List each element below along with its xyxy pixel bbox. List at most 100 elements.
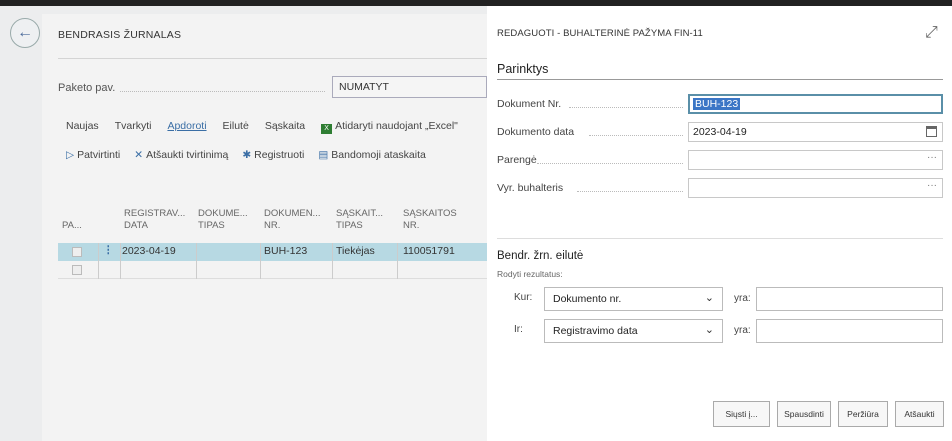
excel-icon: X: [321, 124, 333, 134]
register-icon: ✱: [242, 149, 252, 161]
row-menu-icon[interactable]: ⋮: [103, 244, 114, 256]
table-row[interactable]: ⋮ 2023-04-19 BUH-123 Tiekėjas 110051791: [58, 243, 487, 261]
filter1-label: Kur:: [514, 292, 533, 303]
register-button[interactable]: ✱ Registruoti: [242, 149, 304, 161]
confirm-button[interactable]: ▷ Patvirtinti: [66, 149, 120, 161]
cell-acc-type[interactable]: Tiekėjas: [336, 245, 375, 257]
chevron-down-icon: ⌄: [704, 292, 714, 304]
chief-acc-input[interactable]: ···: [688, 178, 943, 198]
menu-account[interactable]: Sąskaita: [265, 120, 305, 134]
dotted-leader: [589, 126, 683, 136]
chief-acc-label: Vyr. buhalteris: [497, 182, 564, 194]
report-icon: ▤: [318, 149, 329, 161]
cancel-confirm-label: Atšaukti tvirtinimą: [146, 149, 229, 161]
menu-open-excel[interactable]: X Atidaryti naudojant „Excel": [321, 120, 458, 134]
col-reg-date[interactable]: REGISTRAV... DATA: [124, 208, 185, 232]
test-report-button[interactable]: ▤ Bandomoji ataskaita: [318, 149, 425, 161]
prepared-input[interactable]: ···: [688, 150, 943, 170]
divider: [497, 79, 943, 80]
row-checkbox[interactable]: [72, 265, 82, 275]
send-to-button[interactable]: Siųsti į...: [713, 401, 770, 427]
show-results-label: Rodyti rezultatus:: [497, 269, 563, 279]
doc-no-label: Dokument Nr.: [497, 98, 562, 110]
col-doc-no[interactable]: DOKUMEN... NR.: [264, 208, 320, 232]
filter2-field-value: Registravimo data: [553, 325, 638, 337]
filter2-label: Ir:: [514, 324, 523, 335]
grid-divider: [120, 243, 121, 279]
menu-line[interactable]: Eilutė: [223, 120, 249, 134]
col-acc-type-l2: TIPAS: [336, 220, 363, 231]
batch-name-label: Paketo pav.: [58, 82, 116, 94]
filter1-field-value: Dokumento nr.: [553, 293, 622, 305]
menu-new[interactable]: Naujas: [66, 120, 99, 134]
col-acc-type-l1: SĄSKAIT...: [336, 208, 383, 219]
grid-divider: [196, 243, 197, 279]
menu-open-excel-label: Atidaryti naudojant „Excel": [335, 120, 458, 132]
x-icon: ✕: [134, 149, 144, 161]
confirm-label: Patvirtinti: [77, 149, 121, 161]
prepared-label: Parengė: [497, 154, 537, 166]
field-chief-accountant: Vyr. buhalteris ···: [497, 178, 943, 198]
action-menu: Naujas Tvarkyti Apdoroti Eilutė Sąskaita…: [66, 120, 458, 134]
col-reg-date-l2: DATA: [124, 220, 148, 231]
dialog-title: REDAGUOTI - BUHALTERINĖ PAŽYMA FIN-11: [497, 28, 703, 39]
col-acc-no[interactable]: SĄSKAITOS NR.: [403, 208, 457, 232]
grid-divider: [397, 243, 398, 279]
divider: [497, 238, 943, 239]
action-toolbar: ▷ Patvirtinti ✕ Atšaukti tvirtinimą ✱ Regis…: [66, 149, 426, 161]
filter2-value-input[interactable]: [756, 319, 943, 343]
expand-icon[interactable]: ⤢: [925, 24, 938, 42]
col-doc-no-l1: DOKUMEN...: [264, 208, 321, 219]
col-doc-no-l2: NR.: [264, 220, 281, 231]
col-doc-type-l2: TIPAS: [198, 220, 225, 231]
dotted-leader: [120, 82, 325, 92]
cancel-confirm-button[interactable]: ✕ Atšaukti tvirtinimą: [134, 149, 228, 161]
col-acc-no-l2: NR.: [403, 220, 420, 231]
filter1-op-label: yra:: [734, 293, 751, 304]
dotted-leader: [569, 98, 683, 108]
cell-reg-date[interactable]: 2023-04-19: [122, 245, 176, 257]
doc-date-value: 2023-04-19: [693, 126, 747, 138]
grid-divider: [332, 243, 333, 279]
back-arrow-icon[interactable]: ←: [10, 18, 40, 48]
doc-date-input[interactable]: 2023-04-19: [688, 122, 943, 142]
preview-button[interactable]: Peržiūra: [838, 401, 888, 427]
col-doc-type[interactable]: DOKUME... TIPAS: [198, 208, 248, 232]
filter2-op-label: yra:: [734, 325, 751, 336]
chevron-down-icon: ⌄: [704, 324, 714, 336]
calendar-icon[interactable]: [926, 126, 937, 137]
col-pa[interactable]: PA...: [62, 220, 82, 232]
section-options-heading[interactable]: Parinktys: [497, 62, 548, 76]
section-lines-heading[interactable]: Bendr. žrn. eilutė: [497, 250, 583, 262]
doc-no-input[interactable]: BUH-123: [688, 94, 943, 114]
print-button[interactable]: Spausdinti: [777, 401, 831, 427]
edit-dialog: REDAGUOTI - BUHALTERINĖ PAŽYMA FIN-11 ⤢ …: [487, 6, 952, 441]
test-report-label: Bandomoji ataskaita: [331, 149, 426, 161]
filter2-field-select[interactable]: Registravimo data ⌄: [544, 319, 723, 343]
cell-acc-no[interactable]: 110051791: [403, 245, 455, 257]
col-doc-type-l1: DOKUME...: [198, 208, 248, 219]
dotted-leader: [537, 154, 683, 164]
dotted-leader: [577, 182, 683, 192]
table-row[interactable]: [58, 261, 487, 279]
row-checkbox[interactable]: [72, 247, 82, 257]
col-reg-date-l1: REGISTRAV...: [124, 208, 186, 219]
menu-manage[interactable]: Tvarkyti: [115, 120, 152, 134]
ellipsis-icon[interactable]: ···: [927, 180, 937, 191]
cancel-button[interactable]: Atšaukti: [895, 401, 944, 427]
divider: [58, 58, 487, 59]
menu-process[interactable]: Apdoroti: [167, 120, 206, 134]
filter1-field-select[interactable]: Dokumento nr. ⌄: [544, 287, 723, 311]
col-acc-type[interactable]: SĄSKAIT... TIPAS: [336, 208, 383, 232]
cell-doc-no[interactable]: BUH-123: [264, 245, 307, 257]
field-prepared: Parengė ···: [497, 150, 943, 170]
grid-header: PA... REGISTRAV... DATA DOKUME... TIPAS DO…: [58, 208, 487, 238]
doc-date-label: Dokumento data: [497, 126, 575, 138]
register-label: Registruoti: [254, 149, 305, 161]
col-acc-no-l1: SĄSKAITOS: [403, 208, 457, 219]
filter1-value-input[interactable]: [756, 287, 943, 311]
grid-divider: [98, 243, 99, 279]
page-title: BENDRASIS ŽURNALAS: [58, 29, 182, 41]
batch-name-input[interactable]: NUMATYT: [332, 76, 487, 98]
ellipsis-icon[interactable]: ···: [927, 152, 937, 163]
